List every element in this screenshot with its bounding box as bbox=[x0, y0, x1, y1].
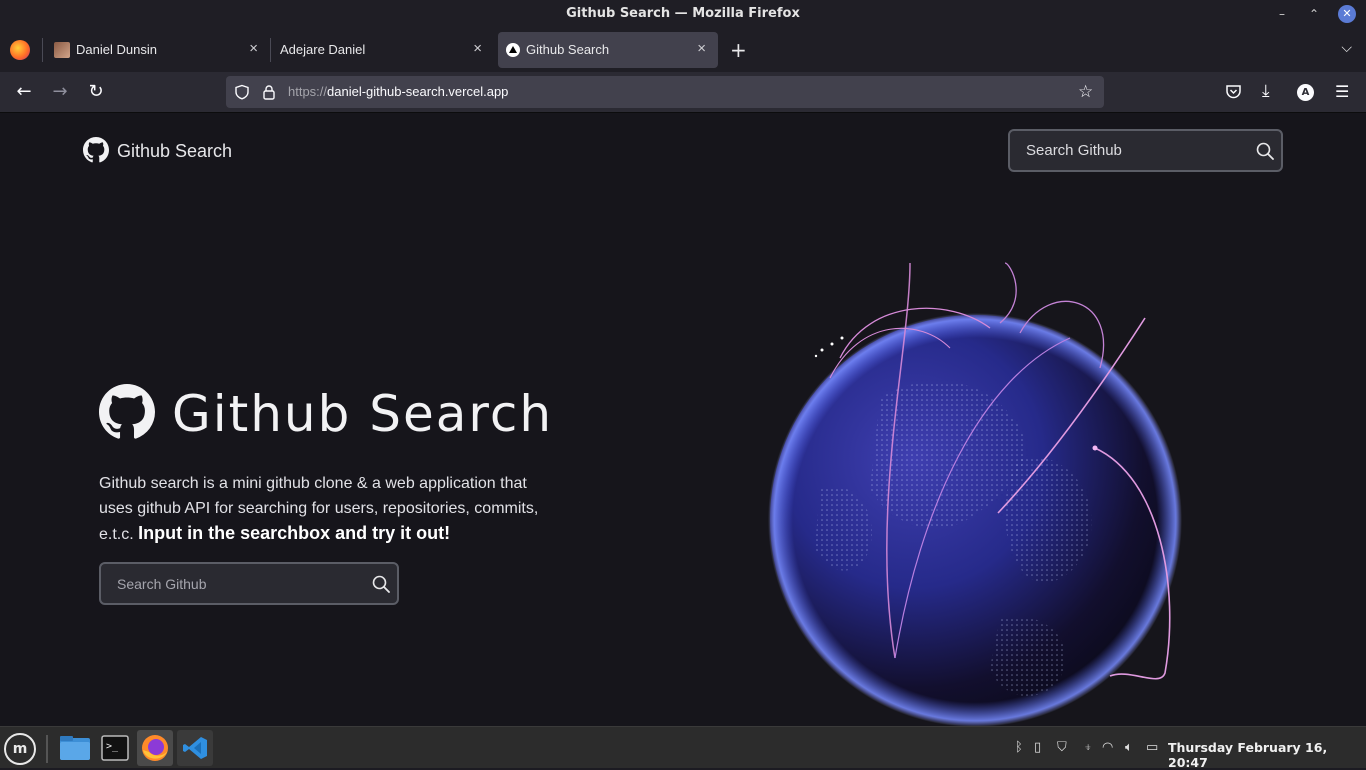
terminal-app-icon[interactable]: >_ bbox=[97, 730, 133, 766]
url-scheme: https:// bbox=[288, 84, 328, 99]
bluetooth-icon[interactable]: ᛒ bbox=[1015, 740, 1023, 755]
maximize-icon[interactable]: ⌃ bbox=[1304, 4, 1324, 24]
hero-search-input[interactable]: Search Github bbox=[99, 562, 399, 605]
search-icon[interactable] bbox=[372, 575, 390, 593]
vscode-app-icon[interactable] bbox=[177, 730, 213, 766]
forward-icon[interactable]: → bbox=[48, 80, 72, 104]
header-search-placeholder: Search Github bbox=[1026, 142, 1122, 159]
tab-separator bbox=[270, 38, 271, 62]
firefox-view-icon[interactable] bbox=[10, 40, 30, 60]
wifi-icon[interactable]: ◠ bbox=[1102, 740, 1113, 755]
tab-github-search[interactable]: Github Search × bbox=[498, 32, 718, 68]
window-title: Github Search — Mozilla Firefox bbox=[566, 6, 800, 21]
page-viewport: Github Search Search Github Github Searc… bbox=[0, 113, 1366, 726]
globe-illustration bbox=[768, 262, 1182, 726]
site-brand[interactable]: Github Search bbox=[117, 141, 232, 162]
taskbar-clock[interactable]: Thursday February 16, 20:47 bbox=[1168, 740, 1366, 770]
tab-label: Adejare Daniel bbox=[280, 42, 366, 57]
files-app-icon[interactable] bbox=[57, 730, 93, 766]
system-taskbar: m >_ ᛒ ▯ ⛉ ⍖ ◠ 🔈︎ ▭ Thursday February 16… bbox=[0, 726, 1366, 770]
tab-list-chevron-icon[interactable]: ⌵ bbox=[1341, 40, 1352, 56]
tab-daniel-dunsin[interactable]: Daniel Dunsin × bbox=[50, 32, 270, 68]
close-tab-icon[interactable]: × bbox=[249, 40, 258, 57]
url-bar[interactable]: https://daniel-github-search.vercel.app … bbox=[226, 76, 1104, 108]
pocket-icon[interactable] bbox=[1225, 84, 1242, 100]
taskbar-separator bbox=[46, 735, 48, 763]
new-tab-icon[interactable]: + bbox=[730, 38, 747, 62]
tab-favicon-image bbox=[54, 42, 70, 58]
close-tab-icon[interactable]: × bbox=[697, 40, 706, 57]
tab-bar: Daniel Dunsin × Adejare Daniel × Github … bbox=[0, 28, 1366, 72]
battery-icon[interactable]: ▭ bbox=[1146, 740, 1158, 755]
volume-icon[interactable]: 🔈︎ bbox=[1125, 740, 1133, 755]
url-text[interactable]: https://daniel-github-search.vercel.app bbox=[288, 84, 508, 99]
close-window-icon[interactable]: ✕ bbox=[1338, 5, 1356, 23]
app-menu-icon[interactable]: ☰ bbox=[1335, 82, 1349, 101]
close-tab-icon[interactable]: × bbox=[473, 40, 482, 57]
navigation-toolbar: ← → ↻ https://daniel-github-search.verce… bbox=[0, 72, 1366, 113]
clipboard-icon[interactable]: ▯ bbox=[1034, 740, 1041, 755]
reload-icon[interactable]: ↻ bbox=[84, 80, 108, 104]
hero-description: Github search is a mini github clone & a… bbox=[99, 471, 559, 547]
firefox-app-icon[interactable] bbox=[137, 730, 173, 766]
linux-mint-menu-icon[interactable]: m bbox=[4, 733, 36, 765]
url-host: daniel-github-search.vercel.app bbox=[327, 84, 509, 99]
window-titlebar: Github Search — Mozilla Firefox – ⌃ ✕ bbox=[0, 0, 1366, 28]
bookmark-star-icon[interactable]: ☆ bbox=[1078, 82, 1093, 102]
github-logo-icon[interactable] bbox=[83, 137, 109, 163]
hero-search-placeholder: Search Github bbox=[117, 576, 207, 592]
header-search-input[interactable]: Search Github bbox=[1008, 129, 1283, 172]
hero-title: Github Search bbox=[172, 385, 554, 443]
tab-adejare-daniel[interactable]: Adejare Daniel × bbox=[272, 32, 494, 68]
tab-separator bbox=[42, 38, 43, 62]
search-icon[interactable] bbox=[1256, 142, 1274, 160]
tab-label: Github Search bbox=[526, 42, 610, 57]
back-icon[interactable]: ← bbox=[12, 80, 36, 104]
svg-text:>_: >_ bbox=[106, 741, 119, 752]
downloads-icon[interactable]: ⤓ bbox=[1262, 81, 1270, 101]
hero-cta-text: Input in the searchbox and try it out! bbox=[138, 523, 451, 543]
vercel-favicon-icon bbox=[506, 43, 520, 57]
shield-update-icon[interactable]: ⛉ bbox=[1057, 740, 1067, 755]
tab-label: Daniel Dunsin bbox=[76, 42, 157, 57]
account-avatar-icon[interactable]: A bbox=[1297, 84, 1314, 101]
minimize-icon[interactable]: – bbox=[1272, 4, 1292, 24]
lock-icon[interactable] bbox=[262, 84, 276, 100]
usb-icon[interactable]: ⍖ bbox=[1084, 740, 1092, 755]
tracking-shield-icon[interactable] bbox=[234, 84, 250, 100]
github-hero-logo-icon bbox=[99, 384, 155, 439]
